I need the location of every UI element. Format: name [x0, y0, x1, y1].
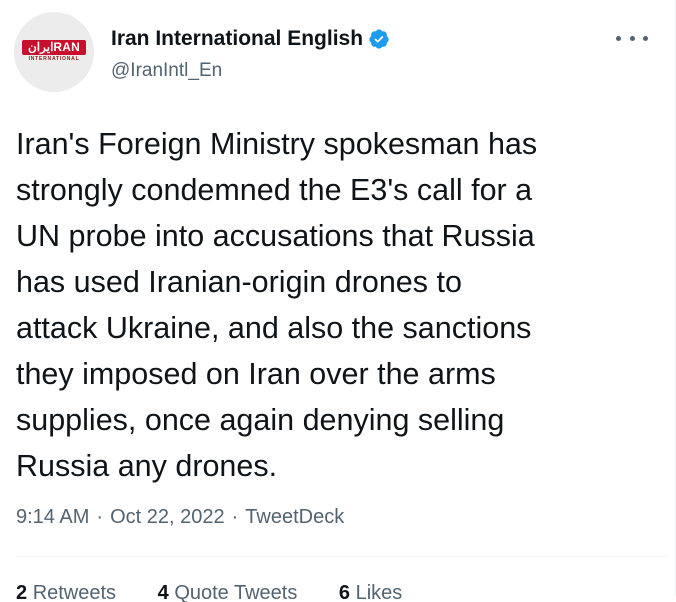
tweet-date[interactable]: Oct 22, 2022 [110, 506, 225, 529]
retweets-count: 2 [16, 582, 28, 602]
more-dot [629, 35, 635, 41]
author-display-name[interactable]: Iran International English [111, 27, 363, 51]
brand-logo: ايرانRAN INTERNATIONAL [22, 40, 86, 62]
likes-label: Likes [355, 582, 403, 602]
tweet-stats-row: 2 Retweets 4 Quote Tweets 6 Likes [16, 582, 666, 602]
likes-count: 6 [338, 582, 351, 602]
tweet-text: Iran's Foreign Ministry spokesman has st… [16, 127, 538, 483]
likes-stat[interactable]: 6 Likes [339, 582, 420, 602]
meta-separator: · [231, 506, 239, 528]
retweets-stat[interactable]: 2 Retweets [16, 582, 134, 602]
logo-text: ايرانRAN [27, 40, 81, 54]
tweet-source[interactable]: TweetDeck [245, 506, 344, 529]
divider [16, 556, 666, 557]
quotes-stat[interactable]: 4 Quote Tweets [158, 582, 316, 602]
quotes-count: 4 [157, 582, 169, 602]
retweets-label: Retweets [32, 582, 117, 602]
avatar[interactable]: ايرانRAN INTERNATIONAL [14, 12, 94, 92]
more-dot [616, 35, 621, 41]
tweet-meta: 9:14 AM · Oct 22, 2022 · TweetDeck [16, 506, 344, 529]
meta-separator: · [96, 506, 104, 528]
tweet-card: ايرانRAN INTERNATIONAL Iran Internationa… [0, 0, 676, 602]
author-handle[interactable]: @IranIntl_En [111, 60, 222, 82]
verified-badge-icon [368, 28, 390, 50]
logo-subtext: INTERNATIONAL [28, 56, 80, 62]
tweet-time[interactable]: 9:14 AM [16, 506, 89, 529]
author-name-row[interactable]: Iran International English [111, 25, 390, 53]
more-options-icon[interactable] [616, 26, 648, 50]
quotes-label: Quote Tweets [174, 582, 298, 602]
more-dot [643, 35, 648, 41]
